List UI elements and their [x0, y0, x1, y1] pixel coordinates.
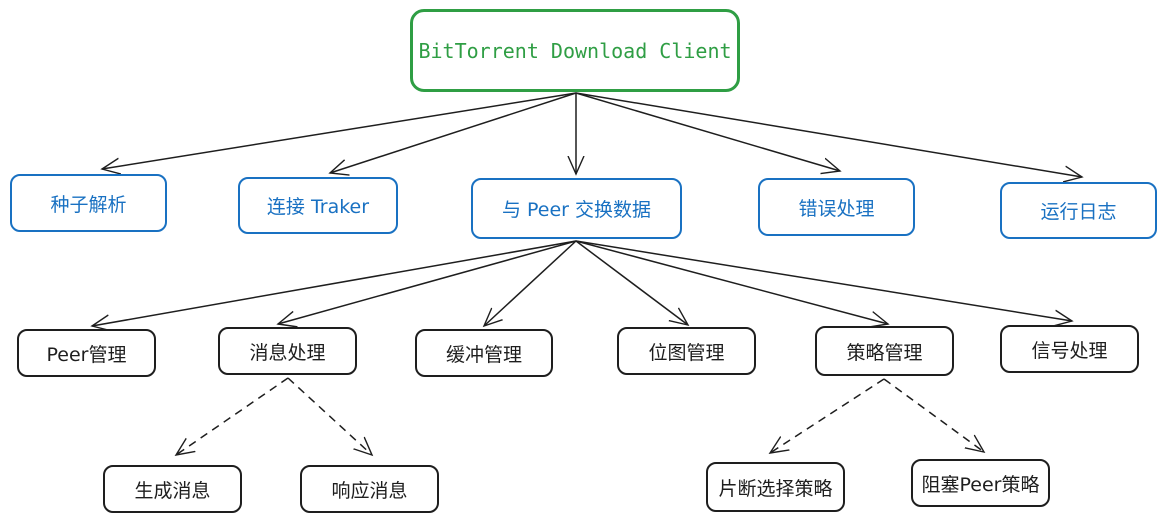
- node-peer-mgmt: Peer管理: [17, 329, 156, 377]
- node-label: 连接 Traker: [266, 196, 370, 218]
- node-bitmap-mgmt: 位图管理: [617, 327, 756, 375]
- node-peer-exchange: 与 Peer 交换数据: [471, 178, 682, 239]
- root-node: BitTorrent Download Client: [410, 9, 740, 92]
- node-label: 消息处理: [249, 341, 326, 364]
- node-error-handling: 错误处理: [758, 178, 915, 236]
- node-label: 缓冲管理: [445, 343, 522, 366]
- edge-peer-signal: [575, 240, 1072, 321]
- node-signal-handling: 信号处理: [1000, 325, 1139, 373]
- node-label: 与 Peer 交换数据: [501, 199, 652, 221]
- node-msg-handling: 消息处理: [218, 327, 357, 375]
- node-buffer-mgmt: 缓冲管理: [415, 329, 553, 377]
- node-label: 响应消息: [331, 479, 408, 502]
- edge-msg-gen: [176, 377, 289, 455]
- node-label: 错误处理: [798, 197, 875, 220]
- node-label: 生成消息: [134, 479, 211, 502]
- node-label: 片断选择策略: [718, 477, 833, 500]
- node-label: 阻塞Peer策略: [921, 473, 1040, 496]
- node-label: 位图管理: [648, 341, 725, 364]
- root-label: BitTorrent Download Client: [418, 38, 732, 63]
- edge-root-log: [575, 92, 1082, 177]
- node-piece-select: 片断选择策略: [706, 462, 845, 512]
- edge-peer-peermgmt: [92, 240, 577, 326]
- node-label: Peer管理: [46, 343, 127, 366]
- node-strategy-mgmt: 策略管理: [815, 326, 954, 376]
- edge-strategy-piece: [770, 378, 885, 453]
- node-choke-peer: 阻塞Peer策略: [911, 459, 1050, 507]
- edge-root-tracker: [330, 92, 577, 173]
- edge-msg-resp: [287, 377, 372, 455]
- node-run-log: 运行日志: [1000, 182, 1157, 239]
- node-label: 种子解析: [50, 193, 127, 216]
- node-label: 运行日志: [1040, 201, 1117, 223]
- edge-peer-strategy: [575, 240, 888, 324]
- node-label: 策略管理: [846, 341, 923, 364]
- node-label: 信号处理: [1031, 339, 1108, 362]
- node-connect-tracker: 连接 Traker: [238, 177, 398, 234]
- node-resp-msg: 响应消息: [300, 465, 439, 513]
- edge-root-torrent: [102, 92, 577, 169]
- node-gen-msg: 生成消息: [103, 465, 242, 513]
- edge-strategy-choke: [883, 378, 984, 452]
- node-torrent-parse: 种子解析: [10, 174, 167, 232]
- edge-root-error: [575, 92, 840, 171]
- edge-peer-bitmap: [575, 240, 688, 325]
